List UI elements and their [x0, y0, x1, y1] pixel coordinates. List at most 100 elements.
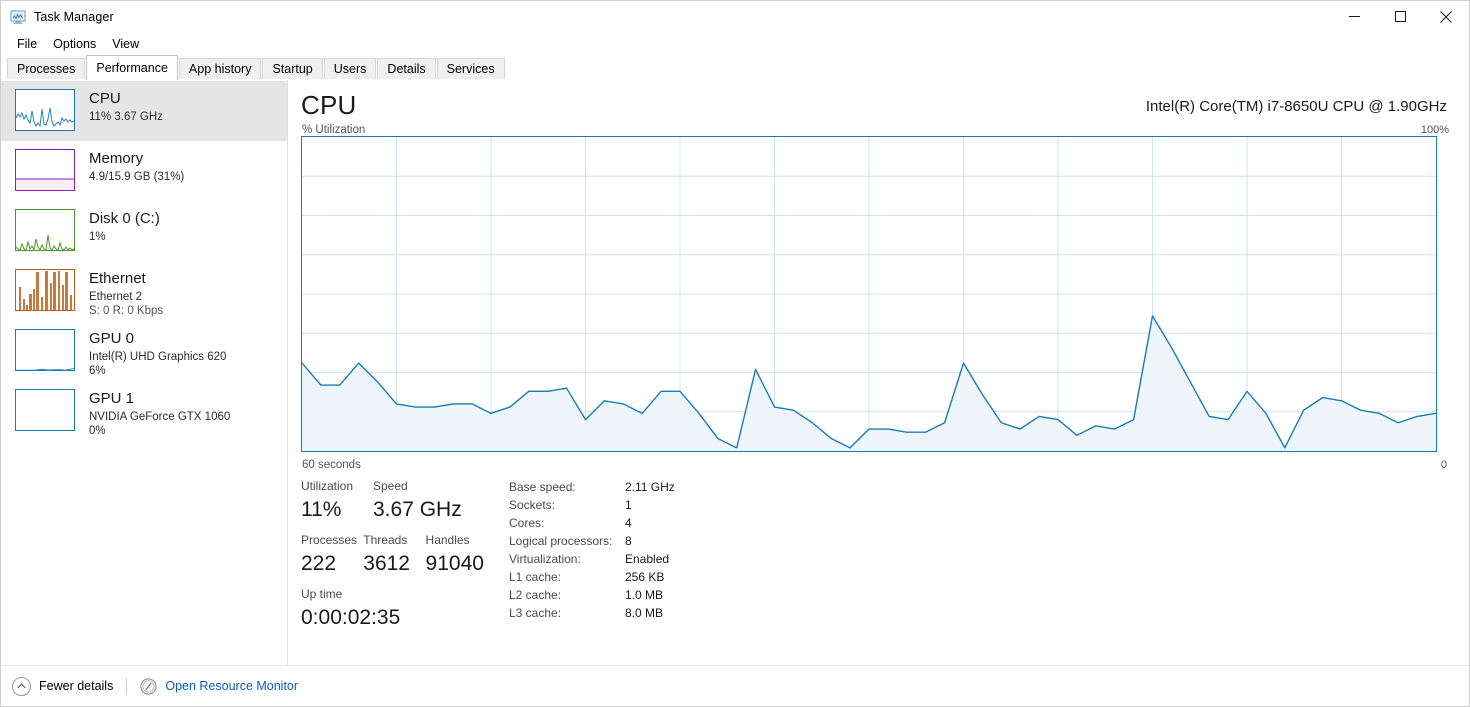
page-title: CPU	[301, 90, 357, 120]
tab-app-history[interactable]: App history	[178, 58, 262, 80]
sidebar-item-memory[interactable]: Memory 4.9/15.9 GB (31%)	[1, 141, 287, 201]
cpu-model-label: Intel(R) Core(TM) i7-8650U CPU @ 1.90GHz	[1145, 98, 1447, 115]
info-l2-cache-label: L2 cache:	[509, 588, 562, 602]
info-cores-label: Cores:	[509, 516, 545, 530]
stat-processes-value: 222	[301, 552, 337, 575]
sidebar-item-ethernet-title: Ethernet	[89, 270, 146, 287]
sidebar-item-gpu0-sub1: Intel(R) UHD Graphics 620	[89, 351, 227, 363]
sidebar-item-disk-title: Disk 0 (C:)	[89, 210, 160, 227]
menu-view[interactable]: View	[104, 35, 147, 53]
tab-services[interactable]: Services	[436, 58, 505, 80]
stat-speed: Speed 3.67 GHz	[373, 478, 493, 523]
sidebar-item-memory-text: Memory 4.9/15.9 GB (31%)	[89, 149, 184, 184]
task-manager-icon	[10, 9, 26, 25]
stats-left-column: Utilization 11% Speed 3.67 GHz Processes…	[301, 478, 501, 631]
ethernet-thumbnail-graph	[15, 269, 75, 311]
gpu1-thumbnail-graph	[15, 389, 75, 431]
chart-x-axis-end-label: 0	[1440, 459, 1447, 471]
chart-y-axis-max-label: 100%	[1420, 124, 1449, 136]
info-l1-cache-value: 256 KB	[625, 570, 665, 584]
fewer-details-label: Fewer details	[39, 679, 114, 693]
info-virtualization-value: Enabled	[625, 552, 670, 566]
cpu-thumbnail-graph	[15, 89, 75, 131]
open-resource-monitor-link[interactable]: Open Resource Monitor	[140, 677, 299, 695]
sidebar-item-gpu1-sub1: NVIDIA GeForce GTX 1060	[89, 411, 231, 423]
sidebar-item-disk-text: Disk 0 (C:) 1%	[89, 209, 160, 244]
info-l2-cache-value: 1.0 MB	[625, 588, 664, 602]
task-manager-window: Task Manager File Options View Processes…	[0, 0, 1470, 707]
gpu0-thumbnail-graph	[15, 329, 75, 371]
cpu-statistics: Utilization 11% Speed 3.67 GHz Processes…	[301, 478, 675, 631]
tab-performance[interactable]: Performance	[86, 55, 178, 80]
stat-handles-label: Handles	[425, 533, 470, 547]
menu-file[interactable]: File	[9, 35, 45, 53]
chevron-up-icon	[12, 676, 31, 696]
sidebar-item-gpu0-title: GPU 0	[89, 330, 135, 347]
close-button[interactable]	[1423, 1, 1469, 32]
stat-speed-value: 3.67 GHz	[373, 498, 462, 521]
memory-thumbnail-graph	[15, 149, 75, 191]
chart-y-axis-label: % Utilization	[302, 124, 366, 136]
minimize-button[interactable]	[1331, 1, 1377, 32]
resource-sidebar: CPU 11% 3.67 GHz Memory 4.9/15.9 GB (31%…	[1, 80, 288, 665]
stat-handles: Handles 91040	[426, 532, 501, 577]
open-resource-monitor-label: Open Resource Monitor	[165, 679, 299, 693]
stats-row-utilization-speed: Utilization 11% Speed 3.67 GHz	[301, 478, 501, 523]
tab-details[interactable]: Details	[377, 58, 436, 80]
cpu-chart-svg	[302, 137, 1436, 451]
sidebar-item-disk[interactable]: Disk 0 (C:) 1%	[1, 201, 287, 261]
stat-handles-value: 91040	[425, 552, 484, 575]
stat-utilization: Utilization 11%	[301, 478, 373, 523]
info-cores-value: 4	[625, 516, 632, 530]
sidebar-item-ethernet-text: Ethernet Ethernet 2 S: 0 R: 0 Kbps	[89, 269, 163, 318]
info-logical-processors-value: 8	[625, 534, 632, 548]
info-l1-cache-label: L1 cache:	[509, 570, 562, 584]
fewer-details-button[interactable]: Fewer details	[12, 676, 114, 696]
sidebar-item-ethernet-sub2: S: 0 R: 0 Kbps	[89, 305, 164, 317]
sidebar-item-cpu-text: CPU 11% 3.67 GHz	[89, 89, 163, 124]
stat-processes-label: Processes	[301, 533, 358, 547]
window-controls	[1331, 1, 1469, 32]
sidebar-item-gpu0-sub2: 6%	[89, 365, 106, 377]
sidebar-item-ethernet-sub1: Ethernet 2	[89, 291, 143, 303]
sidebar-item-memory-sub1: 4.9/15.9 GB (31%)	[89, 171, 185, 183]
stat-speed-label: Speed	[373, 479, 408, 493]
stat-processes: Processes 222	[301, 532, 363, 577]
menu-options[interactable]: Options	[45, 35, 104, 53]
cpu-utilization-chart[interactable]	[301, 136, 1437, 452]
maximize-button[interactable]	[1377, 1, 1423, 32]
sidebar-item-cpu[interactable]: CPU 11% 3.67 GHz	[1, 81, 287, 141]
tab-users[interactable]: Users	[323, 58, 377, 80]
stats-spacer-1	[301, 523, 501, 532]
sidebar-item-memory-title: Memory	[89, 150, 144, 167]
sidebar-item-gpu1-title: GPU 1	[89, 390, 135, 407]
stat-threads: Threads 3612	[363, 532, 425, 577]
tab-startup[interactable]: Startup	[262, 58, 323, 80]
stats-row-uptime: Up time 0:00:02:35	[301, 586, 501, 631]
stat-uptime-label: Up time	[301, 587, 343, 601]
content-area: CPU 11% 3.67 GHz Memory 4.9/15.9 GB (31%…	[1, 80, 1469, 665]
sidebar-item-gpu1-text: GPU 1 NVIDIA GeForce GTX 1060 0%	[89, 389, 230, 438]
info-l3-cache-value: 8.0 MB	[625, 606, 664, 620]
chart-x-axis-label: 60 seconds	[302, 459, 361, 471]
sidebar-item-gpu1[interactable]: GPU 1 NVIDIA GeForce GTX 1060 0%	[1, 381, 287, 441]
menu-bar: File Options View	[1, 32, 1469, 55]
stat-uptime-value: 0:00:02:35	[301, 606, 401, 629]
info-sockets-value: 1	[625, 498, 632, 512]
sidebar-item-ethernet[interactable]: Ethernet Ethernet 2 S: 0 R: 0 Kbps	[1, 261, 287, 321]
stat-threads-label: Threads	[363, 533, 408, 547]
window-title: Task Manager	[34, 9, 114, 24]
tab-processes[interactable]: Processes	[7, 58, 86, 80]
performance-detail-pane: CPU Intel(R) Core(TM) i7-8650U CPU @ 1.9…	[288, 80, 1469, 665]
sidebar-item-gpu0[interactable]: GPU 0 Intel(R) UHD Graphics 620 6%	[1, 321, 287, 381]
stat-threads-value: 3612	[363, 552, 410, 575]
disk-thumbnail-graph	[15, 209, 75, 251]
sidebar-item-disk-sub1: 1%	[89, 231, 106, 243]
title-bar: Task Manager	[1, 1, 1469, 32]
stats-spacer-2	[301, 577, 501, 586]
info-virtualization-label: Virtualization:	[509, 552, 581, 566]
info-base-speed-value: 2.11 GHz	[625, 480, 675, 494]
info-logical-processors-label: Logical processors:	[509, 534, 613, 548]
stat-utilization-value: 11%	[301, 498, 342, 521]
sidebar-item-gpu0-text: GPU 0 Intel(R) UHD Graphics 620 6%	[89, 329, 226, 378]
